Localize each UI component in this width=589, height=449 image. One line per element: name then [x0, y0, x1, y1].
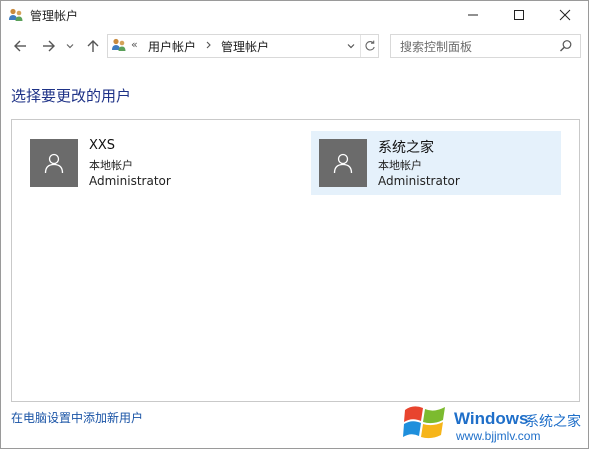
title-bar: 管理帐户	[1, 1, 588, 29]
refresh-button[interactable]	[360, 35, 379, 57]
breadcrumb-overflow[interactable]: «	[131, 38, 138, 51]
account-tile-xxs[interactable]: XXS 本地帐户 Administrator	[22, 131, 272, 195]
forward-button[interactable]	[39, 36, 59, 56]
avatar	[30, 139, 78, 187]
accounts-panel: XXS 本地帐户 Administrator 系统之家 本地帐户 Adminis…	[11, 119, 580, 402]
search-box[interactable]: 搜索控制面板	[390, 34, 581, 58]
account-name: XXS	[89, 138, 116, 153]
arrow-right-icon	[43, 40, 55, 52]
users-location-icon	[111, 37, 127, 53]
avatar	[319, 139, 367, 187]
navigation-bar: « 用户帐户 管理帐户 搜索控制面板	[1, 29, 588, 63]
minimize-icon	[468, 14, 478, 16]
search-icon[interactable]	[558, 38, 574, 54]
page-heading: 选择要更改的用户	[11, 87, 132, 105]
breadcrumb-manage-accounts[interactable]: 管理帐户	[221, 38, 269, 55]
watermark-url: www.bjjmlv.com	[456, 429, 541, 443]
account-type: 本地帐户	[378, 159, 422, 172]
address-bar[interactable]: « 用户帐户 管理帐户	[107, 34, 379, 58]
maximize-icon	[514, 10, 524, 20]
close-icon	[559, 9, 571, 21]
recent-locations-button[interactable]	[63, 36, 77, 56]
windows-logo	[403, 402, 447, 445]
window-title: 管理帐户	[30, 9, 79, 23]
users-app-icon	[8, 7, 24, 23]
up-button[interactable]	[83, 36, 103, 56]
refresh-icon	[365, 40, 375, 51]
user-icon	[44, 153, 64, 174]
account-role: Administrator	[89, 174, 171, 188]
arrow-up-icon	[87, 40, 99, 52]
account-tile-xitongzhijia[interactable]: 系统之家 本地帐户 Administrator	[311, 131, 561, 195]
watermark-brand: Windows	[454, 409, 529, 428]
add-new-user-link[interactable]: 在电脑设置中添加新用户	[11, 409, 143, 426]
user-icon	[333, 153, 353, 174]
back-button[interactable]	[10, 36, 30, 56]
address-history-button[interactable]	[342, 35, 360, 57]
minimize-button[interactable]	[450, 1, 496, 29]
search-placeholder: 搜索控制面板	[400, 40, 473, 54]
arrow-left-icon	[14, 40, 26, 52]
manage-accounts-window: 管理帐户 « 用户帐户 管理帐户 搜索控制面板 选择要更改的用户 XXS 本地帐…	[0, 0, 589, 449]
maximize-button[interactable]	[496, 1, 542, 29]
chevron-down-icon	[347, 44, 355, 49]
breadcrumb-separator-icon[interactable]	[205, 38, 213, 55]
watermark-brand-cn: 系统之家	[525, 414, 581, 430]
account-role: Administrator	[378, 174, 460, 188]
account-type: 本地帐户	[89, 159, 133, 172]
account-name: 系统之家	[378, 140, 434, 156]
close-button[interactable]	[542, 1, 588, 29]
breadcrumb-user-accounts[interactable]: 用户帐户	[148, 38, 196, 55]
chevron-down-icon	[66, 44, 74, 49]
